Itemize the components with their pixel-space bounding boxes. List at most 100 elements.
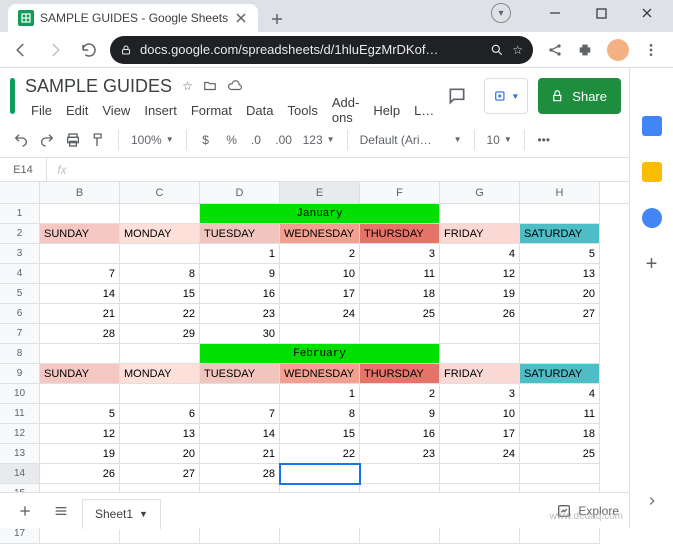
cell[interactable] [200, 384, 280, 404]
cell[interactable]: 2 [280, 244, 360, 264]
account-indicator-icon[interactable]: ▾ [491, 3, 511, 23]
cell[interactable]: 21 [200, 444, 280, 464]
cell[interactable]: 28 [200, 464, 280, 484]
row-header[interactable]: 11 [0, 404, 40, 424]
cell[interactable]: 13 [520, 264, 600, 284]
paint-format-icon[interactable] [88, 127, 110, 153]
cell[interactable]: 19 [440, 284, 520, 304]
extensions-icon[interactable] [577, 42, 593, 58]
menu-addons[interactable]: Add-ons [326, 93, 365, 127]
cell[interactable]: 21 [40, 304, 120, 324]
add-addon-icon[interactable]: + [646, 254, 658, 274]
cell[interactable] [520, 204, 600, 224]
row-header[interactable]: 14 [0, 464, 40, 484]
month-header[interactable]: January [200, 204, 440, 224]
cell[interactable]: 3 [440, 384, 520, 404]
font-size-dropdown[interactable]: 10▼ [483, 133, 516, 147]
row-header[interactable]: 7 [0, 324, 40, 344]
cell[interactable]: 9 [200, 264, 280, 284]
row-header[interactable]: 12 [0, 424, 40, 444]
col-header[interactable]: C [120, 182, 200, 203]
cell[interactable] [120, 244, 200, 264]
add-sheet-button[interactable] [10, 497, 40, 525]
sheet-tab-menu-icon[interactable]: ▼ [139, 509, 148, 519]
day-header[interactable]: TUESDAY [200, 224, 280, 244]
menu-help[interactable]: Help [367, 101, 406, 120]
calendar-addon-icon[interactable] [642, 116, 662, 136]
sheets-logo-icon[interactable] [10, 78, 15, 114]
select-all-corner[interactable] [0, 182, 40, 203]
month-header[interactable]: February [200, 344, 440, 364]
row-header[interactable]: 2 [0, 224, 40, 244]
url-box[interactable]: docs.google.com/spreadsheets/d/1hluEgzMr… [110, 36, 533, 64]
cell[interactable]: 26 [440, 304, 520, 324]
cell[interactable]: 26 [40, 464, 120, 484]
minimize-button[interactable] [533, 0, 577, 27]
cell[interactable]: 11 [520, 404, 600, 424]
cell[interactable] [440, 324, 520, 344]
cell[interactable]: 15 [280, 424, 360, 444]
cell[interactable]: 23 [200, 304, 280, 324]
row-header[interactable]: 4 [0, 264, 40, 284]
cell[interactable]: 15 [120, 284, 200, 304]
cell[interactable]: 2 [360, 384, 440, 404]
zoom-icon[interactable] [490, 43, 504, 57]
day-header[interactable]: SATURDAY [520, 364, 600, 384]
new-tab-button[interactable] [264, 6, 290, 32]
cell[interactable]: 7 [200, 404, 280, 424]
day-header[interactable]: WEDNESDAY [280, 224, 360, 244]
number-format-dropdown[interactable]: 123▼ [299, 133, 339, 147]
menu-edit[interactable]: Edit [60, 101, 94, 120]
cell[interactable]: 14 [40, 284, 120, 304]
toolbar-more-icon[interactable]: ••• [533, 127, 555, 153]
day-header[interactable]: MONDAY [120, 224, 200, 244]
cell[interactable]: 13 [120, 424, 200, 444]
sheet-tab[interactable]: Sheet1 ▼ [82, 499, 161, 529]
cell[interactable] [440, 464, 520, 484]
maximize-button[interactable] [579, 0, 623, 27]
currency-icon[interactable]: $ [195, 127, 217, 153]
cell[interactable] [360, 464, 440, 484]
document-title[interactable]: SAMPLE GUIDES [25, 76, 172, 97]
cell[interactable]: 22 [120, 304, 200, 324]
cell[interactable]: 12 [40, 424, 120, 444]
row-header[interactable]: 8 [0, 344, 40, 364]
tasks-addon-icon[interactable] [642, 208, 662, 228]
cell[interactable]: 14 [200, 424, 280, 444]
zoom-dropdown[interactable]: 100%▼ [127, 133, 178, 147]
row-header[interactable]: 9 [0, 364, 40, 384]
cell[interactable]: 5 [520, 244, 600, 264]
back-button[interactable] [8, 37, 34, 63]
row-header[interactable]: 10 [0, 384, 40, 404]
menu-format[interactable]: Format [185, 101, 238, 120]
cell[interactable] [520, 324, 600, 344]
spreadsheet-grid[interactable]: B C D E F G H 1 January 2 SUNDAY MONDAY … [0, 182, 629, 544]
cell[interactable] [520, 344, 600, 364]
day-header[interactable]: FRIDAY [440, 364, 520, 384]
star-icon[interactable]: ☆ [512, 43, 523, 57]
share-button[interactable]: Share [538, 78, 621, 114]
cell[interactable] [360, 324, 440, 344]
cell[interactable]: 6 [120, 404, 200, 424]
close-tab-icon[interactable] [234, 11, 248, 25]
font-dropdown[interactable]: Default (Ari…▼ [356, 133, 466, 147]
col-header[interactable]: B [40, 182, 120, 203]
cell[interactable]: 1 [200, 244, 280, 264]
menu-insert[interactable]: Insert [138, 101, 183, 120]
cell[interactable] [120, 204, 200, 224]
cell[interactable]: 20 [120, 444, 200, 464]
cell[interactable] [440, 204, 520, 224]
browser-menu-icon[interactable] [643, 42, 659, 58]
cell[interactable]: 4 [520, 384, 600, 404]
cell[interactable]: 27 [120, 464, 200, 484]
cell[interactable]: 5 [40, 404, 120, 424]
cell[interactable]: 25 [360, 304, 440, 324]
cloud-status-icon[interactable] [227, 79, 243, 93]
cell[interactable]: 27 [520, 304, 600, 324]
cell[interactable] [40, 344, 120, 364]
cell[interactable]: 10 [280, 264, 360, 284]
cell[interactable]: 23 [360, 444, 440, 464]
day-header[interactable]: SUNDAY [40, 364, 120, 384]
col-header[interactable]: E [280, 182, 360, 203]
browser-tab[interactable]: SAMPLE GUIDES - Google Sheets [8, 4, 258, 32]
